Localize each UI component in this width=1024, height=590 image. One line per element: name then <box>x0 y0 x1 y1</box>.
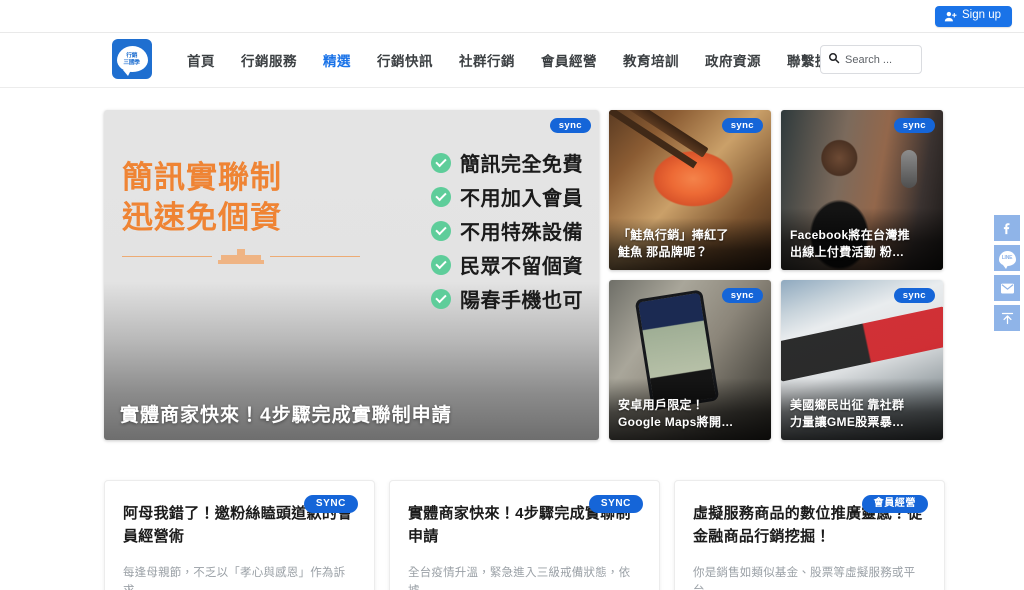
feature-card-facebook[interactable]: sync Facebook將在台灣推 出線上付費活動 粉… <box>781 110 943 270</box>
hero-bullet: 簡訊完全免費 <box>431 148 583 177</box>
logo-text-line2: 三國季 <box>123 59 141 66</box>
hero-bullet-list: 簡訊完全免費 不用加入會員 不用特殊設備 民眾不留個資 陽春手機也可 <box>431 148 583 313</box>
hero-headline-line2: 迅速免個資 <box>122 199 282 235</box>
envelope-icon <box>1000 281 1015 296</box>
card-caption: Facebook將在台灣推 出線上付費活動 粉… <box>781 220 943 270</box>
card-caption: 安卓用戶限定！ Google Maps將開… <box>609 390 771 440</box>
hero-headline-block: 簡訊實聯制 迅速免個資 <box>122 158 360 265</box>
hero-bullet: 不用加入會員 <box>431 182 583 211</box>
search-icon <box>828 51 840 69</box>
hero-headline-line1: 簡訊實聯制 <box>122 160 282 195</box>
hero-bullet: 陽春手機也可 <box>431 284 583 313</box>
main-navigation-bar: 行銷 三國季 首頁 行銷服務 精選 行銷快訊 社群行銷 會員經營 教育培訓 政府… <box>0 33 1024 88</box>
arrow-up-icon <box>1000 311 1015 326</box>
nav-item-list: 首頁 行銷服務 精選 行銷快訊 社群行銷 會員經營 教育培訓 政府資源 聯繫捷盛 <box>174 44 856 76</box>
nav-item-training[interactable]: 教育培訓 <box>610 44 692 76</box>
article-card[interactable]: SYNC 實體商家快來！4步驟完成實聯制申請 全台疫情升溫，緊急進入三級戒備狀態… <box>389 480 660 590</box>
nav-item-membership[interactable]: 會員經營 <box>528 44 610 76</box>
nav-item-home[interactable]: 首頁 <box>174 44 228 76</box>
feature-card-googlemaps[interactable]: sync 安卓用戶限定！ Google Maps將開… <box>609 280 771 440</box>
check-circle-icon <box>431 220 451 241</box>
hero-divider <box>122 249 360 265</box>
back-to-top-button[interactable] <box>994 305 1020 331</box>
hero-bullet-label: 不用加入會員 <box>460 188 583 210</box>
article-card[interactable]: SYNC 阿母我錯了！邀粉絲瞌頭道歉的會員經營術 每逢母親節，不乏以「孝心與感恩… <box>104 480 375 590</box>
hero-bullet-label: 陽春手機也可 <box>460 290 583 312</box>
card-caption-line1: 安卓用戶限定！ <box>618 397 705 412</box>
top-utility-bar: Sign up <box>0 0 1024 33</box>
sync-badge[interactable]: sync <box>893 288 935 303</box>
card-caption: 「鮭魚行銷」捧紅了 鮭魚 那品牌呢？ <box>609 220 771 270</box>
user-plus-icon <box>944 10 957 23</box>
logo-speech-bubble-icon: 行銷 三國季 <box>116 46 148 76</box>
hero-bullet: 民眾不留個資 <box>431 250 583 279</box>
card-caption-line2: 出線上付費活動 粉… <box>790 244 905 259</box>
page-content: 簡訊實聯制 迅速免個資 簡訊完全免費 不用加入會員 不用特殊設備 民眾不留個資 … <box>0 88 1024 590</box>
facebook-icon <box>1000 221 1015 236</box>
article-tag-badge[interactable]: SYNC <box>303 495 358 513</box>
card-caption-line2: Google Maps將開… <box>618 414 734 429</box>
article-card-list: SYNC 阿母我錯了！邀粉絲瞌頭道歉的會員經營術 每逢母親節，不乏以「孝心與感恩… <box>104 480 945 590</box>
sync-badge[interactable]: sync <box>893 118 935 133</box>
hero-feature-card[interactable]: 簡訊實聯制 迅速免個資 簡訊完全免費 不用加入會員 不用特殊設備 民眾不留個資 … <box>104 110 599 440</box>
card-caption: 美國鄉民出征 靠社群 力量讓GME股票暴… <box>781 390 943 440</box>
sync-badge[interactable]: sync <box>721 118 763 133</box>
card-caption-line2: 鮭魚 那品牌呢？ <box>618 244 708 259</box>
featured-grid: 簡訊實聯制 迅速免個資 簡訊完全免費 不用加入會員 不用特殊設備 民眾不留個資 … <box>104 110 943 440</box>
search-box[interactable] <box>820 45 922 74</box>
article-card[interactable]: 會員經營 虛擬服務商品的數位推廣靈感？從金融商品行銷挖掘！ 你是銷售如類似基金、… <box>674 480 945 590</box>
nav-item-news[interactable]: 行銷快訊 <box>364 44 446 76</box>
check-circle-icon <box>431 152 451 173</box>
hero-caption: 實體商家快來！4步驟完成實聯制申請 <box>120 405 452 426</box>
nav-item-services[interactable]: 行銷服務 <box>228 44 310 76</box>
feature-card-gamestop[interactable]: sync 美國鄉民出征 靠社群 力量讓GME股票暴… <box>781 280 943 440</box>
article-excerpt: 全台疫情升溫，緊急進入三級戒備狀態，依據 <box>408 567 631 590</box>
feature-card-salmon[interactable]: sync 「鮭魚行銷」捧紅了 鮭魚 那品牌呢？ <box>609 110 771 270</box>
hero-bullet-label: 民眾不留個資 <box>460 256 583 278</box>
nav-item-social[interactable]: 社群行銷 <box>446 44 528 76</box>
sign-up-label: Sign up <box>961 9 1001 22</box>
article-excerpt: 每逢母親節，不乏以「孝心與感恩」作為訴求 <box>123 567 346 590</box>
search-input[interactable] <box>845 53 914 66</box>
line-share-button[interactable]: LINE <box>994 245 1020 271</box>
sign-up-button[interactable]: Sign up <box>934 5 1012 27</box>
line-icon: LINE <box>998 250 1016 269</box>
check-circle-icon <box>431 288 451 309</box>
hero-bullet-label: 不用特殊設備 <box>460 222 583 244</box>
line-icon-label: LINE <box>1001 255 1013 261</box>
government-building-icon <box>218 249 264 265</box>
card-caption-line1: 「鮭魚行銷」捧紅了 <box>618 227 729 242</box>
card-caption-line1: Facebook將在台灣推 <box>790 227 910 242</box>
hero-bullet: 不用特殊設備 <box>431 216 583 245</box>
check-circle-icon <box>431 254 451 275</box>
nav-item-featured[interactable]: 精選 <box>310 44 364 76</box>
hero-bullet-label: 簡訊完全免費 <box>460 154 583 176</box>
card-caption-line1: 美國鄉民出征 靠社群 <box>790 397 905 412</box>
article-tag-badge[interactable]: 會員經營 <box>861 495 928 513</box>
nav-item-gov[interactable]: 政府資源 <box>692 44 774 76</box>
email-share-button[interactable] <box>994 275 1020 301</box>
social-share-rail: LINE <box>994 215 1020 331</box>
article-excerpt: 你是銷售如類似基金、股票等虛擬服務或平台 <box>693 567 916 590</box>
logo-text-line1: 行銷 <box>126 52 138 59</box>
site-logo[interactable]: 行銷 三國季 <box>112 39 152 79</box>
facebook-share-button[interactable] <box>994 215 1020 241</box>
sync-badge[interactable]: sync <box>721 288 763 303</box>
check-circle-icon <box>431 186 451 207</box>
card-caption-line2: 力量讓GME股票暴… <box>790 414 905 429</box>
article-tag-badge[interactable]: SYNC <box>588 495 643 513</box>
sync-badge[interactable]: sync <box>549 118 591 133</box>
